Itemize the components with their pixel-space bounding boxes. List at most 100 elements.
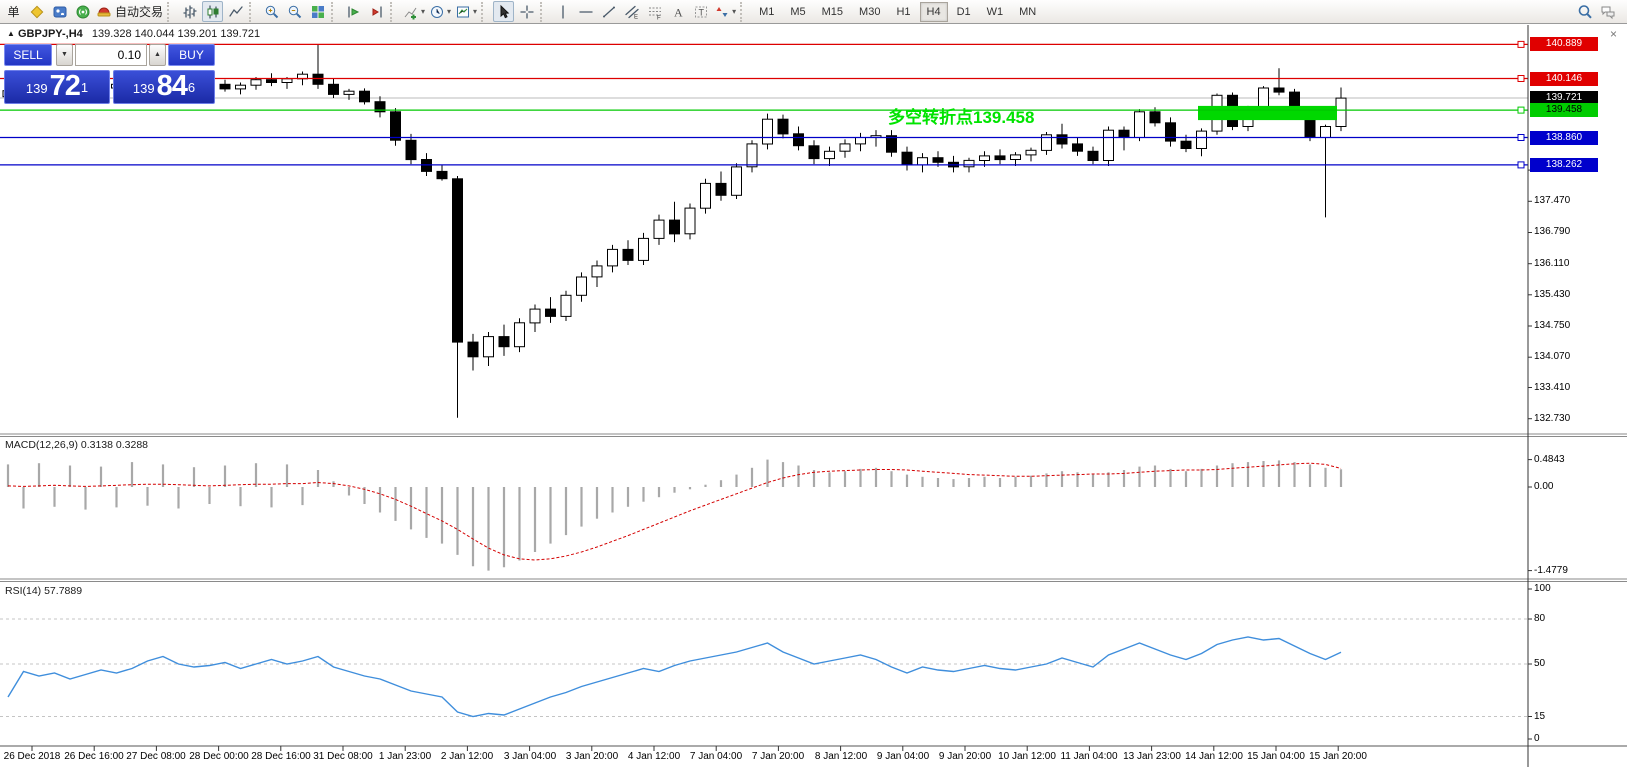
volume-input[interactable]: 0.10 bbox=[75, 44, 147, 66]
vline-icon bbox=[555, 4, 571, 20]
price-label-139.458: 139.458 bbox=[1530, 103, 1598, 117]
new-order-button[interactable]: 单 bbox=[3, 1, 24, 22]
panel-collapse-arrow-icon[interactable]: ▲ bbox=[7, 29, 15, 38]
crosshair-icon bbox=[519, 4, 535, 20]
time-axis-label: 1 Jan 23:00 bbox=[379, 751, 431, 762]
text-icon: A bbox=[670, 4, 686, 20]
line-chart-button[interactable] bbox=[225, 1, 246, 22]
search-button[interactable] bbox=[1574, 1, 1595, 22]
price-tick-label: 132.730 bbox=[1534, 413, 1570, 425]
line-handle[interactable] bbox=[1518, 76, 1524, 82]
arrows-button[interactable]: ▾ bbox=[713, 1, 737, 22]
timeframe-M15-button[interactable]: M15 bbox=[815, 2, 850, 22]
timeframe-H4-button[interactable]: H4 bbox=[920, 2, 948, 22]
chart-shift-icon bbox=[369, 4, 385, 20]
chart-close-button[interactable]: × bbox=[1610, 27, 1617, 41]
indicators-button[interactable]: ▾ bbox=[402, 1, 426, 22]
chat-icon bbox=[1600, 4, 1616, 20]
timeframe-D1-button[interactable]: D1 bbox=[950, 2, 978, 22]
periods-button[interactable]: ▾ bbox=[428, 1, 452, 22]
line-handle[interactable] bbox=[1518, 41, 1524, 47]
price-tick-label: 136.790 bbox=[1534, 226, 1570, 238]
timeframe-W1-button[interactable]: W1 bbox=[980, 2, 1011, 22]
autotrade-button[interactable]: 自动交易 bbox=[95, 1, 164, 22]
arrows-icon bbox=[714, 4, 730, 20]
price-label-140.146: 140.146 bbox=[1530, 72, 1598, 86]
symbol-header: ▲ GBPJPY-,H4 139.328 140.044 139.201 139… bbox=[7, 28, 260, 40]
dropdown-caret-icon: ▾ bbox=[447, 7, 451, 16]
volume-decrease-button[interactable]: ▼ bbox=[56, 44, 73, 66]
zoom-out-icon bbox=[287, 4, 303, 20]
trendline-button[interactable] bbox=[598, 1, 619, 22]
fibonacci-button[interactable]: F bbox=[644, 1, 665, 22]
buy-price-box[interactable]: 139846 bbox=[113, 70, 215, 104]
time-axis-label: 2 Jan 12:00 bbox=[441, 751, 493, 762]
signals-button[interactable] bbox=[72, 1, 93, 22]
buy-button[interactable]: BUY bbox=[168, 44, 215, 66]
hline-button[interactable] bbox=[575, 1, 596, 22]
templates-button[interactable]: ▾ bbox=[454, 1, 478, 22]
pivot-annotation-text: 多空转折点139.458 bbox=[888, 103, 1034, 128]
time-axis-label: 7 Jan 04:00 bbox=[690, 751, 742, 762]
tile-windows-icon bbox=[310, 4, 326, 20]
sell-button[interactable]: SELL bbox=[4, 44, 52, 66]
line-handle[interactable] bbox=[1518, 162, 1524, 168]
hline-icon bbox=[578, 4, 594, 20]
time-axis-label: 27 Dec 08:00 bbox=[126, 751, 186, 762]
time-axis-label: 15 Jan 20:00 bbox=[1309, 751, 1367, 762]
dropdown-caret-icon: ▾ bbox=[421, 7, 425, 16]
time-axis-label: 4 Jan 12:00 bbox=[628, 751, 680, 762]
fibonacci-icon: F bbox=[647, 4, 663, 20]
rsi-tick-label: 0 bbox=[1534, 733, 1540, 745]
dropdown-caret-icon: ▾ bbox=[732, 7, 736, 16]
price-tick-label: 137.470 bbox=[1534, 195, 1570, 207]
time-axis-label: 28 Dec 00:00 bbox=[189, 751, 249, 762]
buy-price-big: 84 bbox=[157, 72, 187, 101]
sell-price-box[interactable]: 139721 bbox=[4, 70, 110, 104]
toolbar-separator bbox=[167, 2, 174, 22]
auto-scroll-button[interactable] bbox=[343, 1, 364, 22]
line-handle[interactable] bbox=[1518, 107, 1524, 113]
time-axis-label: 13 Jan 23:00 bbox=[1123, 751, 1181, 762]
crosshair-button[interactable] bbox=[516, 1, 537, 22]
text-button[interactable]: A bbox=[667, 1, 688, 22]
cursor-button[interactable] bbox=[493, 1, 514, 22]
timeframe-M1-button[interactable]: M1 bbox=[752, 2, 781, 22]
channel-button[interactable]: E bbox=[621, 1, 642, 22]
chart-window: ▲ GBPJPY-,H4 139.328 140.044 139.201 139… bbox=[0, 25, 1627, 767]
symbol-period-label: GBPJPY-,H4 bbox=[18, 28, 83, 40]
mql-community-button[interactable] bbox=[49, 1, 70, 22]
zoom-in-button[interactable] bbox=[261, 1, 282, 22]
zoom-out-button[interactable] bbox=[284, 1, 305, 22]
price-tick-label: 134.070 bbox=[1534, 351, 1570, 363]
profile-button[interactable] bbox=[26, 1, 47, 22]
main-toolbar: 单自动交易▾▾▾EFAT▾M1M5M15M30H1H4D1W1MN bbox=[0, 0, 1627, 24]
macd-label: MACD(12,26,9) 0.3138 0.3288 bbox=[5, 439, 148, 451]
trendline-icon bbox=[601, 4, 617, 20]
sell-price-small: 139 bbox=[26, 77, 48, 101]
supply-demand-zone[interactable] bbox=[1198, 106, 1337, 120]
bar-chart-button[interactable] bbox=[179, 1, 200, 22]
line-handle[interactable] bbox=[1518, 135, 1524, 141]
timeframe-M5-button[interactable]: M5 bbox=[783, 2, 812, 22]
text-label-button[interactable]: T bbox=[690, 1, 711, 22]
time-axis-label: 14 Jan 12:00 bbox=[1185, 751, 1243, 762]
rsi-tick-label: 80 bbox=[1534, 613, 1545, 625]
rsi-tick-label: 50 bbox=[1534, 658, 1545, 670]
candlestick-button[interactable] bbox=[202, 1, 223, 22]
volume-increase-button[interactable]: ▲ bbox=[149, 44, 166, 66]
chat-button[interactable] bbox=[1597, 1, 1618, 22]
timeframe-M30-button[interactable]: M30 bbox=[852, 2, 887, 22]
tile-windows-button[interactable] bbox=[307, 1, 328, 22]
price-tick-label: 133.410 bbox=[1534, 382, 1570, 394]
rsi-tick-label: 100 bbox=[1534, 583, 1551, 595]
vline-button[interactable] bbox=[552, 1, 573, 22]
time-axis-label: 9 Jan 04:00 bbox=[877, 751, 929, 762]
indicators-icon bbox=[403, 4, 419, 20]
timeframe-H1-button[interactable]: H1 bbox=[889, 2, 917, 22]
chart-shift-button[interactable] bbox=[366, 1, 387, 22]
chart-canvas[interactable] bbox=[0, 25, 1627, 767]
toolbar-separator bbox=[740, 2, 747, 22]
new-order-label: 单 bbox=[7, 3, 19, 20]
timeframe-MN-button[interactable]: MN bbox=[1012, 2, 1043, 22]
